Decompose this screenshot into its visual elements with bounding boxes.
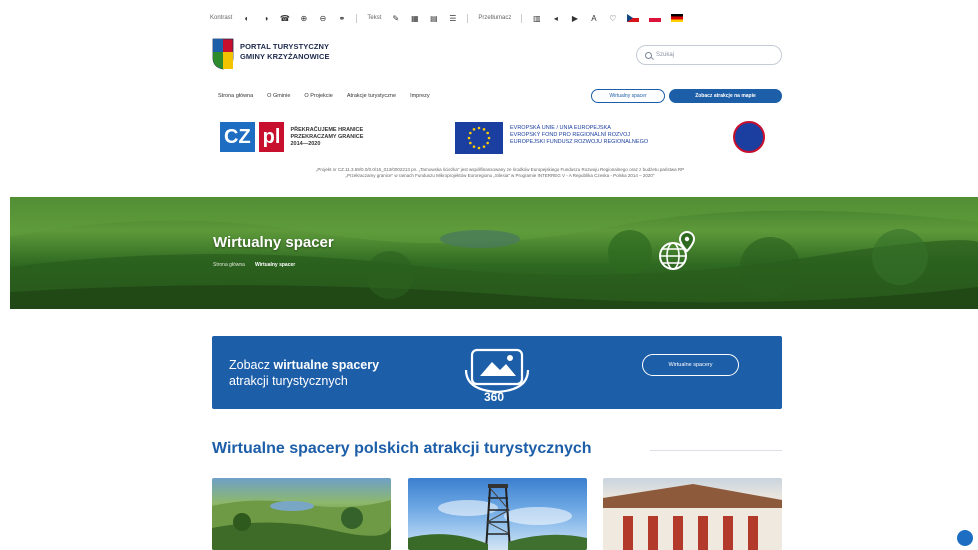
promo-prefix: Zobacz	[229, 358, 274, 372]
pl-logo-part: pl	[258, 122, 285, 152]
play-icon[interactable]: ▶	[570, 14, 579, 23]
accessibility-toolbar: Kontrast ◐ ◑ ☎ ⊕ ⊖ ⚭ Tekst ✎ ▦ ▤ ☰ Przet…	[210, 10, 790, 26]
promo-text: Zobacz wirtualne spacery atrakcji turyst…	[229, 357, 379, 389]
project-note: „Projekt nr CZ.11.3.59/0.0/0.0/16_013/00…	[220, 167, 780, 179]
list-icon[interactable]: ☰	[448, 14, 457, 23]
map-attractions-button[interactable]: Zobacz atrakcje na mapie	[669, 89, 782, 103]
breadcrumb-home[interactable]: Strona główna	[213, 262, 245, 268]
card-image	[408, 484, 587, 550]
interreg-line1: PŘEKRAČUJEME HRANICE	[290, 126, 364, 133]
heart-icon[interactable]: ♡	[608, 14, 617, 23]
scroll-to-top-button[interactable]	[957, 530, 973, 546]
search-input[interactable]: Szukaj	[636, 45, 782, 65]
eu-star-icon	[477, 146, 481, 150]
virtual-tour-button[interactable]: Wirtualny spacer	[591, 89, 665, 103]
contrast-label: Kontrast	[210, 15, 233, 21]
eu-star-icon	[467, 136, 471, 140]
interreg-logo: CZ pl PŘEKRAČUJEME HRANICE PRZEKRACZAMY …	[220, 122, 363, 152]
flag-de-icon[interactable]	[671, 14, 684, 22]
grid-alt-icon[interactable]: ▤	[429, 14, 438, 23]
font-color-icon[interactable]: A	[589, 14, 598, 23]
eu-star-icon	[486, 141, 489, 145]
grid-icon[interactable]: ▦	[410, 14, 419, 23]
eu-star-icon	[469, 141, 472, 145]
card-image	[603, 484, 782, 550]
promo-line2: atrakcji turystycznych	[229, 374, 348, 388]
eu-flag-icon	[455, 122, 503, 154]
page-title: Wirtualny spacer	[213, 234, 334, 251]
virtual-tours-button[interactable]: Wirtualne spacery	[642, 354, 739, 376]
search-icon	[645, 51, 652, 59]
translate-label[interactable]: Przetłumacz	[478, 15, 511, 21]
project-line2: „Przekraczamy granice" w ramach Funduszu…	[345, 173, 655, 178]
zoom-out-icon[interactable]: ⊖	[318, 14, 327, 23]
breadcrumb: Strona główna Wirtualny spacer	[213, 262, 295, 268]
eu-line3: EUROPEJSKI FUNDUSZ ROZWOJU REGIONALNEGO	[510, 139, 649, 145]
zoom-in-icon[interactable]: ⊕	[299, 14, 308, 23]
audio-icon[interactable]: ▥	[532, 14, 541, 23]
eu-line2: EVROPSKÝ FOND PRO REGIONÁLNÍ ROZVOJ	[510, 132, 631, 138]
pen-icon[interactable]: ✎	[391, 14, 400, 23]
main-nav: Strona główna O Gminie O Projekcie Atrak…	[218, 93, 430, 99]
attraction-card-tower[interactable]	[408, 478, 587, 550]
search-placeholder: Szukaj	[656, 52, 675, 58]
hero-banner	[10, 197, 978, 309]
promo-bold: wirtualne spacery	[273, 358, 380, 372]
card-image	[212, 500, 391, 550]
nav-item-project[interactable]: O Projekcie	[304, 93, 332, 99]
interreg-line2: PRZEKRACZAMY GRANICE	[290, 133, 364, 140]
interreg-line3: 2014—2020	[290, 140, 321, 147]
eu-star-icon	[472, 128, 476, 131]
eu-star-icon	[482, 128, 486, 131]
eu-stars-icon	[467, 126, 491, 150]
contrast-alt-icon[interactable]: ◑	[261, 14, 270, 23]
flag-pl-icon[interactable]	[649, 14, 662, 22]
section-title: Wirtualne spacery polskich atrakcji tury…	[212, 440, 592, 457]
nav-item-home[interactable]: Strona główna	[218, 93, 253, 99]
nav-item-attractions[interactable]: Atrakcje turystyczne	[347, 93, 396, 99]
eu-star-icon	[482, 145, 486, 148]
eu-star-icon	[486, 131, 489, 135]
attraction-card-building[interactable]	[603, 478, 782, 550]
cz-logo-part: CZ	[220, 122, 255, 152]
eu-line1: EVROPSKÁ UNIE / UNIA EUROPEJSKA	[510, 125, 611, 131]
link-icon[interactable]: ⚭	[337, 14, 346, 23]
panorama-360-icon: 360	[464, 348, 530, 402]
breadcrumb-current: Wirtualny spacer	[254, 262, 296, 268]
attraction-card-landscape[interactable]	[212, 478, 391, 550]
nav-item-events[interactable]: Imprezy	[410, 93, 430, 99]
eu-star-icon	[477, 126, 481, 130]
globe-pin-icon	[659, 230, 696, 270]
badge-360: 360	[484, 390, 504, 402]
brand-line2: GMINY KRZYŻANOWICE	[240, 52, 330, 61]
divider	[521, 13, 523, 23]
interreg-text: PŘEKRAČUJEME HRANICE PRZEKRACZAMY GRANIC…	[290, 127, 363, 148]
eu-star-icon	[487, 136, 491, 140]
coat-of-arms-icon[interactable]	[212, 38, 234, 70]
euroregion-seal-icon	[733, 121, 765, 153]
eu-star-icon	[472, 145, 476, 148]
page: Kontrast ◐ ◑ ☎ ⊕ ⊖ ⚭ Tekst ✎ ▦ ▤ ☰ Przet…	[0, 0, 978, 550]
phone-icon[interactable]: ☎	[280, 14, 290, 23]
font-label: Tekst	[367, 15, 382, 21]
divider	[467, 13, 469, 23]
section-divider	[650, 450, 782, 451]
flag-cz-icon[interactable]	[627, 14, 640, 22]
eu-star-icon	[469, 131, 472, 135]
divider	[356, 13, 358, 23]
nav-item-gmina[interactable]: O Gminie	[267, 93, 290, 99]
eu-text: EVROPSKÁ UNIE / UNIA EUROPEJSKA EVROPSKÝ…	[510, 125, 648, 146]
site-brand[interactable]: PORTAL TURYSTYCZNY GMINY KRZYŻANOWICE	[240, 42, 330, 62]
brand-line1: PORTAL TURYSTYCZNY	[240, 42, 330, 51]
landscape-image	[10, 197, 978, 309]
contrast-icon[interactable]: ◐	[242, 14, 251, 23]
volume-icon[interactable]: ◂	[551, 14, 560, 23]
